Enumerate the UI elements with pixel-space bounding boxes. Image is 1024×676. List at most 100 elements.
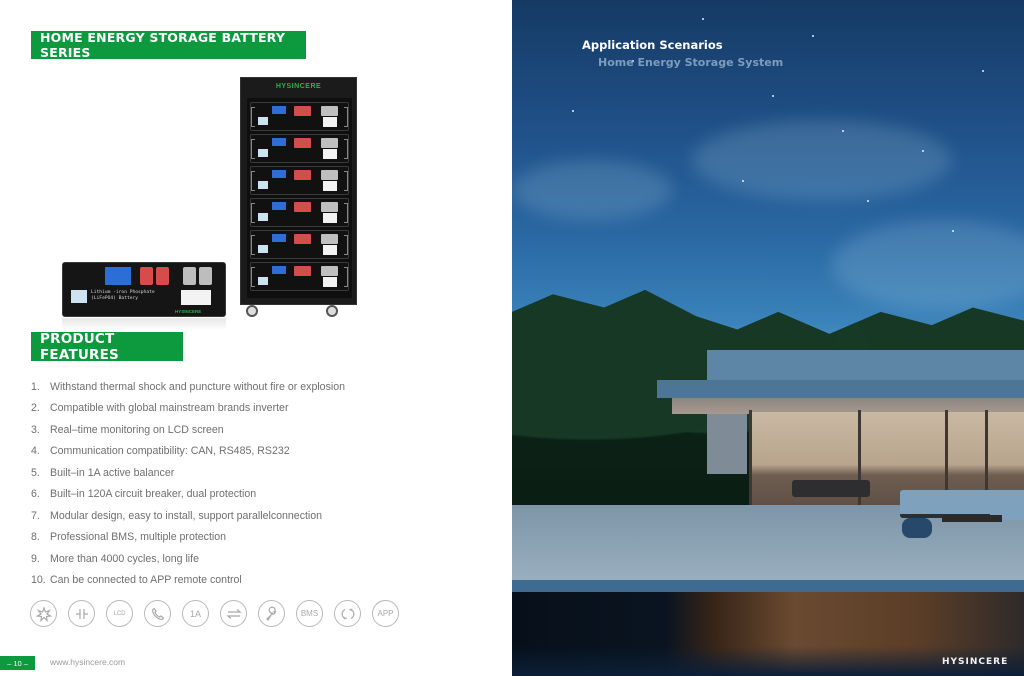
pool-edge xyxy=(512,580,1024,592)
positive-terminal xyxy=(294,170,311,180)
positive-terminal xyxy=(156,267,169,285)
feature-item: 4. Communication compatibility: CAN, RS48… xyxy=(31,441,391,463)
module-label xyxy=(258,277,268,285)
module-sticker xyxy=(323,213,337,223)
battery-rack-image: HYSINCERE xyxy=(240,77,357,305)
feature-number: 8. xyxy=(31,531,40,544)
module-brand: HYSINCERE xyxy=(175,309,202,314)
positive-terminal xyxy=(294,266,311,276)
house-overhang xyxy=(657,380,1024,398)
feature-text: Compatible with global mainstream brands… xyxy=(50,402,289,415)
module-lcd xyxy=(272,234,286,242)
module-label xyxy=(258,117,268,125)
app-icon: APP xyxy=(372,600,399,627)
series-banner: HOME ENERGY STORAGE BATTERY SERIES xyxy=(31,30,306,60)
module-lcd xyxy=(105,267,131,285)
website-link[interactable]: www.hysincere.com xyxy=(50,657,125,667)
explosion-proof-icon xyxy=(30,600,57,627)
outdoor-pouf xyxy=(902,518,932,538)
positive-terminal xyxy=(140,267,153,285)
module-handle xyxy=(251,203,255,223)
feature-number: 10. xyxy=(31,574,46,587)
feature-text: Modular design, easy to install, support… xyxy=(50,509,323,522)
negative-terminal xyxy=(321,170,338,180)
rack-wheel-right xyxy=(326,305,338,317)
house-roof xyxy=(707,350,1024,380)
module-lcd xyxy=(272,202,286,210)
left-page: HOME ENERGY STORAGE BATTERY SERIES HYSIN… xyxy=(0,0,512,676)
star xyxy=(572,110,574,112)
feature-number: 4. xyxy=(31,445,40,458)
positive-terminal xyxy=(294,234,311,244)
phone-icon xyxy=(144,600,171,627)
star xyxy=(922,150,924,152)
module-lcd xyxy=(272,266,286,274)
lcd-icon: LCD xyxy=(106,600,133,627)
feature-item: 2. Compatible with global mainstream bran… xyxy=(31,398,391,420)
module-label xyxy=(258,245,268,253)
module-sticker xyxy=(181,290,211,305)
feature-item: 3. Real–time monitoring on LCD screen xyxy=(31,419,391,441)
module-lcd xyxy=(272,170,286,178)
module-handle xyxy=(344,267,348,287)
balancer-icon: 1A xyxy=(182,600,209,627)
module-sticker xyxy=(323,117,337,127)
wrench-icon xyxy=(258,600,285,627)
positive-terminal xyxy=(294,138,311,148)
module-sticker xyxy=(323,149,337,159)
window-frame xyxy=(858,410,861,518)
rack-battery-module xyxy=(250,166,349,195)
module-lcd xyxy=(272,106,286,114)
feature-item: 1. Withstand thermal shock and puncture w… xyxy=(31,376,391,398)
negative-terminal xyxy=(321,138,338,148)
module-label xyxy=(258,149,268,157)
positive-terminal xyxy=(294,202,311,212)
rack-battery-module xyxy=(250,198,349,227)
rack-modules xyxy=(247,98,352,298)
scenario-subtitle: Home Energy Storage System xyxy=(598,56,784,69)
feature-item: 8. Professional BMS, multiple protection xyxy=(31,527,391,549)
cloud xyxy=(832,220,1024,310)
battery-module-image: Lithium -iron Phosphate (LiFePO4) Batter… xyxy=(62,262,226,317)
negative-terminal xyxy=(321,266,338,276)
parallel-arrows-icon xyxy=(220,600,247,627)
features-banner: PRODUCT FEATURES xyxy=(31,331,183,363)
star xyxy=(742,180,744,182)
outdoor-table xyxy=(942,515,1002,522)
negative-terminal xyxy=(321,106,338,116)
negative-terminal xyxy=(321,202,338,212)
module-handle xyxy=(251,235,255,255)
star xyxy=(772,95,774,97)
rack-battery-module xyxy=(250,102,349,131)
feature-number: 2. xyxy=(31,402,40,415)
feature-text: Professional BMS, multiple protection xyxy=(50,531,227,544)
negative-terminal xyxy=(321,234,338,244)
module-handle xyxy=(251,139,255,159)
module-label xyxy=(258,181,268,189)
feature-number: 3. xyxy=(31,423,40,436)
features-list: 1. Withstand thermal shock and puncture w… xyxy=(31,376,391,591)
right-page-scene: Application Scenarios Home Energy Storag… xyxy=(512,0,1024,676)
rack-battery-module xyxy=(250,262,349,291)
star xyxy=(812,35,814,37)
star xyxy=(867,200,869,202)
feature-item: 6. Built–in 120A circuit breaker, dual pr… xyxy=(31,484,391,506)
module-label xyxy=(258,213,268,221)
negative-terminal xyxy=(183,267,196,285)
interior-sofa xyxy=(792,480,870,497)
module-sticker xyxy=(323,277,337,287)
feature-item: 9. More than 4000 cycles, long life xyxy=(31,548,391,570)
feature-item: 7. Modular design, easy to install, suppo… xyxy=(31,505,391,527)
module-handle xyxy=(251,107,255,127)
feature-text: Withstand thermal shock and puncture wit… xyxy=(50,380,346,393)
module-handle xyxy=(344,235,348,255)
rack-battery-module xyxy=(250,230,349,259)
window-frame xyxy=(749,410,752,518)
feature-text: Communication compatibility: CAN, RS485,… xyxy=(50,445,290,458)
feature-number: 9. xyxy=(31,552,40,565)
star xyxy=(842,130,844,132)
page-number: – 10 – xyxy=(0,656,35,670)
module-text: Lithium -iron Phosphate (LiFePO4) Batter… xyxy=(91,290,155,301)
feature-item: 5. Built–in 1A active balancer xyxy=(31,462,391,484)
feature-number: 6. xyxy=(31,488,40,501)
